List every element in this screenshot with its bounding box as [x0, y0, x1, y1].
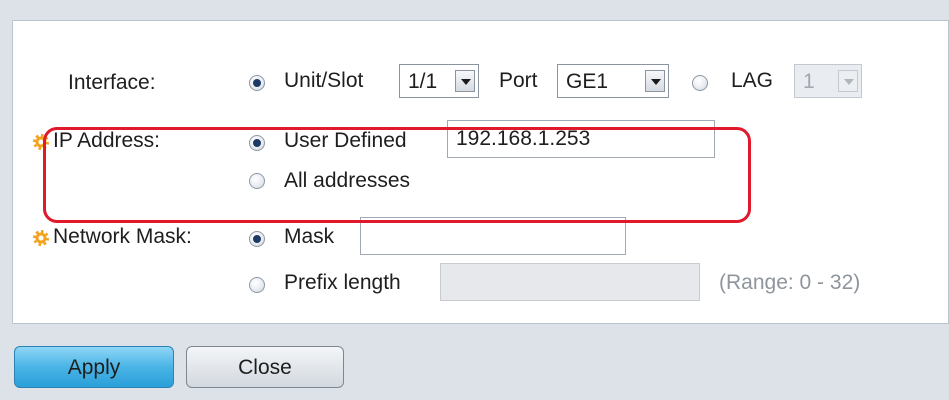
chevron-down-icon[interactable] [838, 70, 858, 92]
port-label: Port [499, 69, 538, 92]
lag-radio[interactable] [692, 75, 708, 91]
prefix-length-input[interactable] [440, 263, 700, 301]
apply-button[interactable]: Apply [14, 346, 174, 388]
unit-slot-label: Unit/Slot [284, 69, 364, 92]
network-mask-label: Network Mask: [53, 225, 192, 248]
lag-select[interactable]: 1 [794, 64, 862, 98]
mask-radio[interactable] [249, 231, 265, 247]
close-button[interactable]: Close [186, 346, 344, 388]
lag-label: LAG [731, 69, 774, 92]
chevron-down-icon[interactable] [455, 70, 475, 92]
ip-address-highlight-box [43, 127, 751, 223]
unit-slot-select[interactable]: 1/1 [399, 64, 479, 98]
interface-label: Interface: [68, 71, 156, 94]
mask-label: Mask [284, 225, 335, 248]
prefix-range-hint: (Range: 0 - 32) [719, 271, 861, 294]
lag-value: 1 [803, 70, 815, 93]
unit-slot-value: 1/1 [408, 70, 438, 93]
chevron-down-icon[interactable] [645, 70, 665, 92]
port-select[interactable]: GE1 [557, 64, 669, 98]
prefix-length-label: Prefix length [284, 271, 401, 294]
settings-panel: Interface: Unit/Slot 1/1 Port GE1 LAG 1 … [12, 20, 949, 324]
required-gear-icon [33, 230, 49, 246]
prefix-length-radio[interactable] [249, 277, 265, 293]
unit-slot-radio[interactable] [249, 75, 265, 91]
port-value: GE1 [566, 70, 609, 93]
